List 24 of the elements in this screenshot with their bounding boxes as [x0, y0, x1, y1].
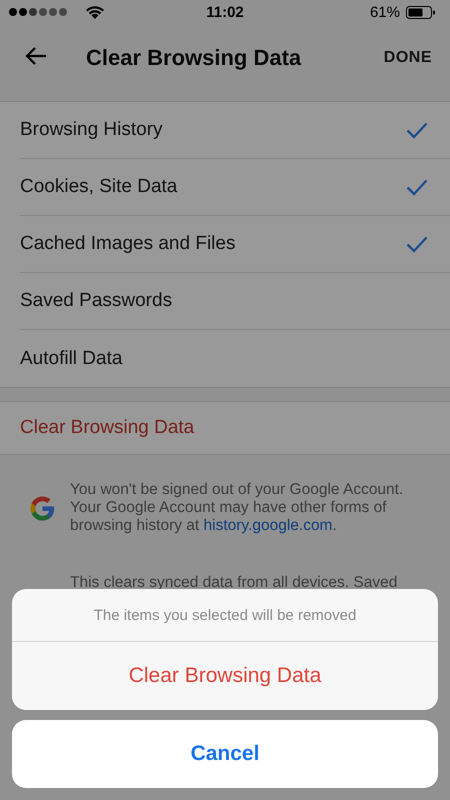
- data-type-label: Autofill Data: [20, 348, 124, 370]
- battery-icon: [406, 6, 436, 18]
- data-type-label: Browsing History: [20, 119, 164, 141]
- data-type-label: Cached Images and Files: [20, 233, 236, 255]
- data-type-row[interactable]: Browsing History: [20, 102, 450, 159]
- data-type-row[interactable]: Autofill Data: [20, 330, 450, 387]
- sheet-message: The items you selected will be removed: [94, 606, 356, 624]
- back-arrow-icon: [24, 46, 48, 66]
- data-type-row[interactable]: Saved Passwords: [20, 273, 450, 330]
- clock-time: 11:02: [206, 4, 244, 20]
- battery-percent: 61%: [370, 4, 400, 20]
- wifi-icon: [86, 6, 104, 18]
- data-type-label: Saved Passwords: [20, 290, 174, 312]
- done-button[interactable]: DONE: [380, 45, 436, 71]
- sync-note: This clears synced data from all devices. Saved: [70, 574, 398, 592]
- page-title: Clear Browsing Data: [86, 45, 302, 71]
- data-type-label: Cookies, Site Data: [20, 176, 178, 198]
- google-logo-icon: [28, 494, 57, 522]
- history-link[interactable]: history.google.com: [204, 517, 332, 534]
- data-type-row[interactable]: Cached Images and Files: [20, 216, 450, 273]
- clear-browsing-data-button[interactable]: Clear Browsing Data: [0, 401, 450, 455]
- account-note: You won't be signed out of your Google Account. Your Google Account may have other forms of browsing history at history.google.com.: [70, 481, 404, 535]
- cancel-button[interactable]: Cancel: [12, 720, 438, 788]
- data-type-row[interactable]: Cookies, Site Data: [20, 159, 450, 216]
